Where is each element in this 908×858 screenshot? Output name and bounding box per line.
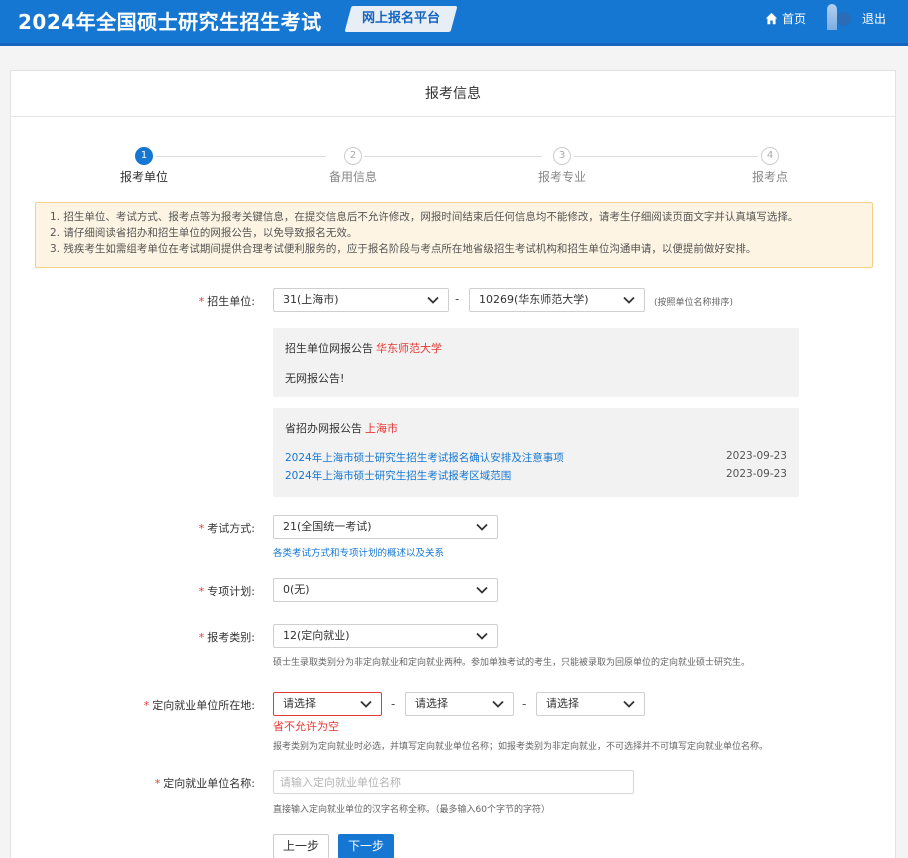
exam-mode-label: * 考试方式: <box>198 522 255 535</box>
platform-label: 网上报名平台 <box>361 11 440 26</box>
category-label: * 报考类别: <box>198 631 255 644</box>
chevron-down-icon <box>427 296 439 304</box>
next-step-button[interactable]: 下一步 <box>338 834 394 858</box>
exam-mode-select[interactable]: 21(全国统一考试) <box>273 515 498 539</box>
special-plan-select[interactable]: 0(无) <box>273 578 498 602</box>
employer-province-select[interactable]: 请选择 <box>273 692 382 716</box>
category-hint: 硕士生录取类别分为非定向就业和定向就业两种。参加单独考试的考生，只能被录取为回原… <box>273 658 751 668</box>
step-label: 报考点 <box>751 170 788 184</box>
step-2: 2 备用信息 <box>313 147 393 185</box>
chevron-down-icon <box>623 700 635 708</box>
step-number: 3 <box>553 147 571 165</box>
employer-location-error: 省不允许为空 <box>273 720 339 733</box>
employer-city-select[interactable]: 请选择 <box>405 692 514 716</box>
home-link[interactable]: 首页 <box>765 10 806 27</box>
step-indicator: 1 报考单位 2 备用信息 3 报考专业 4 报考点 <box>11 147 897 187</box>
home-label: 首页 <box>782 12 807 26</box>
school-select[interactable]: 10269(华东师范大学) <box>469 288 645 312</box>
employer-location-label: * 定向就业单位所在地: <box>143 699 255 712</box>
notice-box: 1. 招生单位、考试方式、报考点等为报考关键信息，在提交信息后不允许修改，网报时… <box>35 202 873 268</box>
school-announcement-body: 无网报公告! <box>285 372 345 385</box>
province-announcement-heading: 省招办网报公告 上海市 <box>285 422 398 435</box>
platform-badge: 网上报名平台 <box>344 6 458 32</box>
announcement-date: 2023-09-23 <box>725 468 787 480</box>
province-select[interactable]: 31(上海市) <box>273 288 449 312</box>
step-number: 2 <box>344 147 362 165</box>
application-card: 报考信息 1 报考单位 2 备用信息 3 报考专业 4 报考点 1. 招生单位、… <box>10 70 896 858</box>
step-label: 报考专业 <box>537 170 586 184</box>
prev-step-button[interactable]: 上一步 <box>273 834 329 858</box>
step-number: 1 <box>135 147 153 165</box>
card-title: 报考信息 <box>11 71 895 117</box>
notice-line: 1. 招生单位、考试方式、报考点等为报考关键信息，在提交信息后不允许修改，网报时… <box>50 211 799 223</box>
chevron-down-icon <box>360 700 372 708</box>
step-label: 备用信息 <box>328 170 377 184</box>
employer-district-select[interactable]: 请选择 <box>536 692 645 716</box>
unit-label: * 招生单位: <box>198 295 255 308</box>
sort-hint: (按照单位名称排序) <box>654 298 734 308</box>
announcement-title[interactable]: 2024年上海市硕士研究生招生考试报考区域范围 <box>285 470 511 482</box>
special-plan-label: * 专项计划: <box>198 585 255 598</box>
site-title: 2024年全国硕士研究生招生考试 <box>18 10 322 34</box>
announcement-item[interactable]: 2024年上海市硕士研究生招生考试报考区域范围 2023-09-23 <box>285 468 787 484</box>
employer-location-hint: 报考类别为定向就业时必选，并填写定向就业单位名称；如报考类别为非定向就业，不可选… <box>273 742 769 752</box>
chevron-down-icon <box>476 586 488 594</box>
chevron-down-icon <box>623 296 635 304</box>
chevron-down-icon <box>476 632 488 640</box>
notice-line: 3. 残疾考生如需组考单位在考试期间提供合理考试便利服务的，应于报名阶段与考点所… <box>50 243 757 255</box>
step-label: 报考单位 <box>119 170 168 184</box>
separator-dash: - <box>391 697 396 711</box>
separator-dash: - <box>455 292 460 306</box>
avatar[interactable] <box>823 4 853 30</box>
province-announcement-panel: 省招办网报公告 上海市 2024年上海市硕士研究生招生考试报名确认安排及注意事项 … <box>273 408 799 497</box>
school-announcement-panel: 招生单位网报公告 华东师范大学 无网报公告! <box>273 328 799 397</box>
employer-name-input[interactable] <box>273 770 634 794</box>
chevron-down-icon <box>476 523 488 531</box>
step-number: 4 <box>761 147 779 165</box>
notice-line: 2. 请仔细阅读省招办和招生单位的网报公告，以免导致报名无效。 <box>50 227 358 239</box>
employer-name-label: * 定向就业单位名称: <box>154 777 255 790</box>
employer-name-hint: 直接输入定向就业单位的汉字名称全称。（最多输入60个字节的字符） <box>273 805 550 815</box>
announcement-item[interactable]: 2024年上海市硕士研究生招生考试报名确认安排及注意事项 2023-09-23 <box>285 450 787 466</box>
step-4: 4 报考点 <box>730 147 810 185</box>
step-1: 1 报考单位 <box>104 147 184 185</box>
announcement-title[interactable]: 2024年上海市硕士研究生招生考试报名确认安排及注意事项 <box>285 452 564 464</box>
logout-link[interactable]: 退出 <box>862 10 886 27</box>
exam-mode-overview-link[interactable]: 各类考试方式和专项计划的概述以及关系 <box>273 545 444 559</box>
category-select[interactable]: 12(定向就业) <box>273 624 498 648</box>
top-header: 2024年全国硕士研究生招生考试 网上报名平台 首页 退出 <box>0 0 908 46</box>
separator-dash: - <box>522 697 527 711</box>
chevron-down-icon <box>492 700 504 708</box>
home-icon <box>765 12 778 25</box>
step-3: 3 报考专业 <box>522 147 602 185</box>
school-announcement-heading: 招生单位网报公告 华东师范大学 <box>285 342 442 355</box>
announcement-date: 2023-09-23 <box>725 450 787 462</box>
